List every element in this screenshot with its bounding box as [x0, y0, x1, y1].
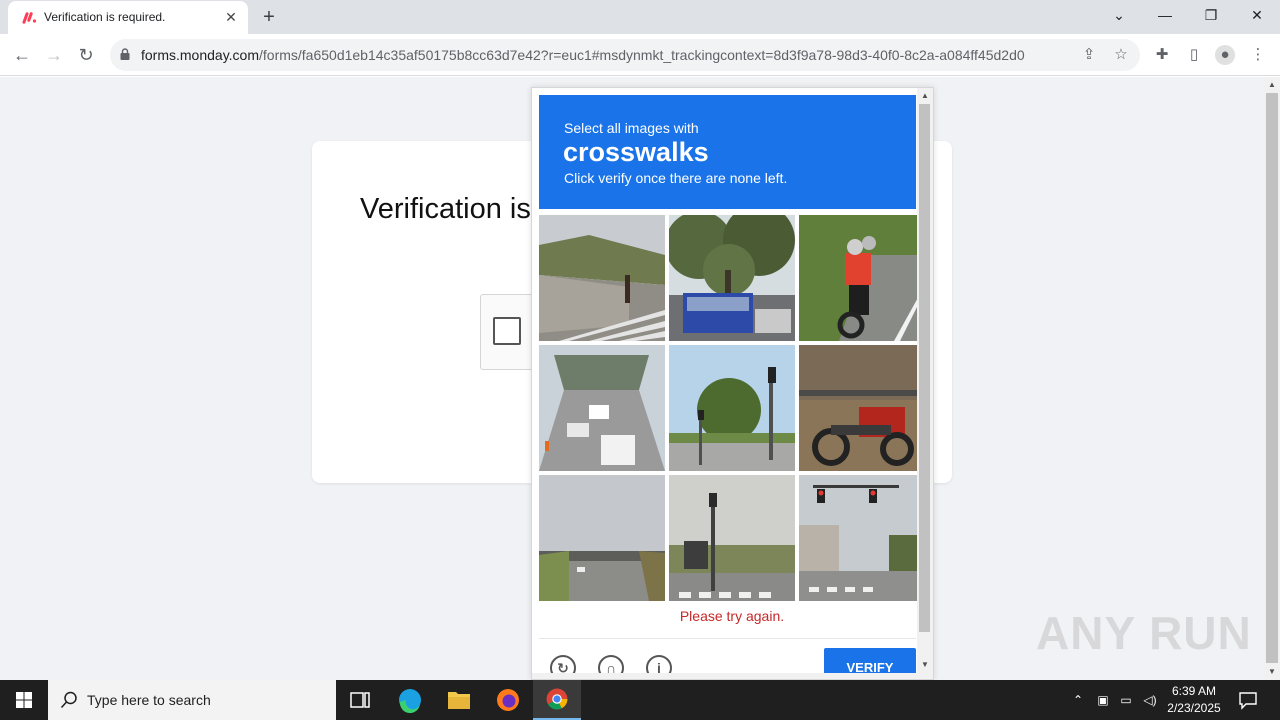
tab-title: Verification is required. [44, 10, 166, 24]
browser-tab[interactable]: Verification is required. ✕ [8, 1, 248, 34]
scroll-down-icon[interactable]: ▼ [1264, 665, 1280, 679]
anyrun-watermark: ANY RUN [1036, 607, 1252, 659]
extensions-icon[interactable]: ✚ [1152, 45, 1172, 65]
tab-close-icon[interactable]: ✕ [222, 8, 240, 26]
prompt-instruction: Click verify once there are none left. [564, 170, 788, 186]
search-placeholder: Type here to search [87, 692, 211, 708]
chrome-icon[interactable] [533, 680, 581, 720]
challenge-scroll-down-icon[interactable]: ▼ [917, 658, 933, 672]
url-host: forms.monday.com [141, 47, 259, 63]
page-scrollbar-thumb[interactable] [1266, 93, 1278, 663]
clock-date: 2/23/2025 [1167, 701, 1221, 715]
scroll-up-icon[interactable]: ▲ [1264, 78, 1280, 92]
clock-time: 6:39 AM [1171, 684, 1217, 698]
bookmark-star-icon[interactable]: ☆ [1112, 46, 1130, 64]
challenge-tile[interactable] [539, 345, 665, 471]
challenge-tile[interactable] [669, 475, 795, 601]
challenge-tile[interactable] [799, 215, 925, 341]
tray-overflow-icon[interactable]: ⌃ [1069, 691, 1087, 709]
menu-kebab-icon[interactable]: ⋮ [1248, 45, 1268, 65]
system-clock[interactable]: 6:39 AM 2/23/2025 [1158, 683, 1230, 717]
minimize-icon[interactable]: — [1153, 4, 1177, 26]
network-icon[interactable]: ▭ [1117, 691, 1135, 709]
tab-search-icon[interactable]: ⌄ [1107, 4, 1131, 26]
url-path: /forms/fa650d1eb14c35af50175b8cc63d7e42?… [259, 47, 1025, 63]
windows-taskbar: Type here to search ⌃ ▣ ▭ ◁) 6:39 AM 2/2… [0, 680, 1280, 720]
reload-icon[interactable]: ↻ [74, 43, 98, 67]
url-text: forms.monday.com/forms/fa650d1eb14c35af5… [141, 47, 1025, 63]
browser-toolbar: ← → ↻ forms.monday.com/forms/fa650d1eb14… [0, 34, 1280, 76]
challenge-tile[interactable] [799, 475, 925, 601]
challenge-scrollbar[interactable]: ▲ ▼ [917, 88, 933, 679]
prompt-keyword: crosswalks [563, 137, 709, 167]
error-message: Please try again. [679, 608, 785, 624]
challenge-tile[interactable] [669, 345, 795, 471]
file-explorer-icon[interactable] [435, 680, 483, 720]
back-icon[interactable]: ← [10, 43, 34, 67]
page-scrollbar[interactable]: ▲ ▼ [1264, 77, 1280, 680]
forward-icon[interactable]: → [42, 43, 66, 67]
new-tab-icon[interactable]: + [258, 6, 280, 28]
volume-icon[interactable]: ◁) [1141, 691, 1159, 709]
firefox-icon[interactable] [484, 680, 532, 720]
close-window-icon[interactable]: ✕ [1245, 4, 1269, 26]
challenge-scrollbar-thumb[interactable] [919, 104, 930, 632]
image-grid [539, 215, 925, 602]
challenge-scroll-up-icon[interactable]: ▲ [917, 89, 933, 103]
notification-icon[interactable] [1238, 690, 1258, 710]
task-view-icon[interactable] [336, 680, 384, 720]
challenge-tile[interactable] [539, 475, 665, 601]
share-icon[interactable]: ⇪ [1080, 46, 1098, 64]
captcha-checkbox[interactable] [493, 317, 521, 345]
tray-app-icon[interactable]: ▣ [1094, 691, 1112, 709]
restore-icon[interactable]: ❐ [1199, 4, 1223, 26]
captcha-challenge: Select all images with crosswalks Click … [531, 87, 934, 680]
challenge-tile[interactable] [799, 345, 925, 471]
profile-icon[interactable]: ● [1215, 45, 1235, 65]
address-bar[interactable]: forms.monday.com/forms/fa650d1eb14c35af5… [110, 39, 1140, 71]
monday-favicon-icon [22, 12, 37, 24]
windows-start-icon[interactable] [0, 680, 48, 720]
challenge-tile[interactable] [539, 215, 665, 341]
challenge-tile[interactable] [669, 215, 795, 341]
taskbar-search[interactable]: Type here to search [48, 680, 336, 720]
challenge-footer-divider [539, 638, 916, 639]
prompt-line1: Select all images with [564, 120, 699, 136]
browser-tab-strip: Verification is required. ✕ + ⌄ — ❐ ✕ [0, 0, 1280, 34]
challenge-horizontal-scrollbar[interactable] [532, 673, 917, 679]
challenge-prompt: Select all images with crosswalks Click … [539, 95, 916, 209]
side-panel-icon[interactable]: ▯ [1184, 45, 1204, 65]
lock-icon [120, 48, 130, 60]
edge-browser-icon[interactable] [386, 680, 434, 720]
search-icon [60, 691, 77, 709]
